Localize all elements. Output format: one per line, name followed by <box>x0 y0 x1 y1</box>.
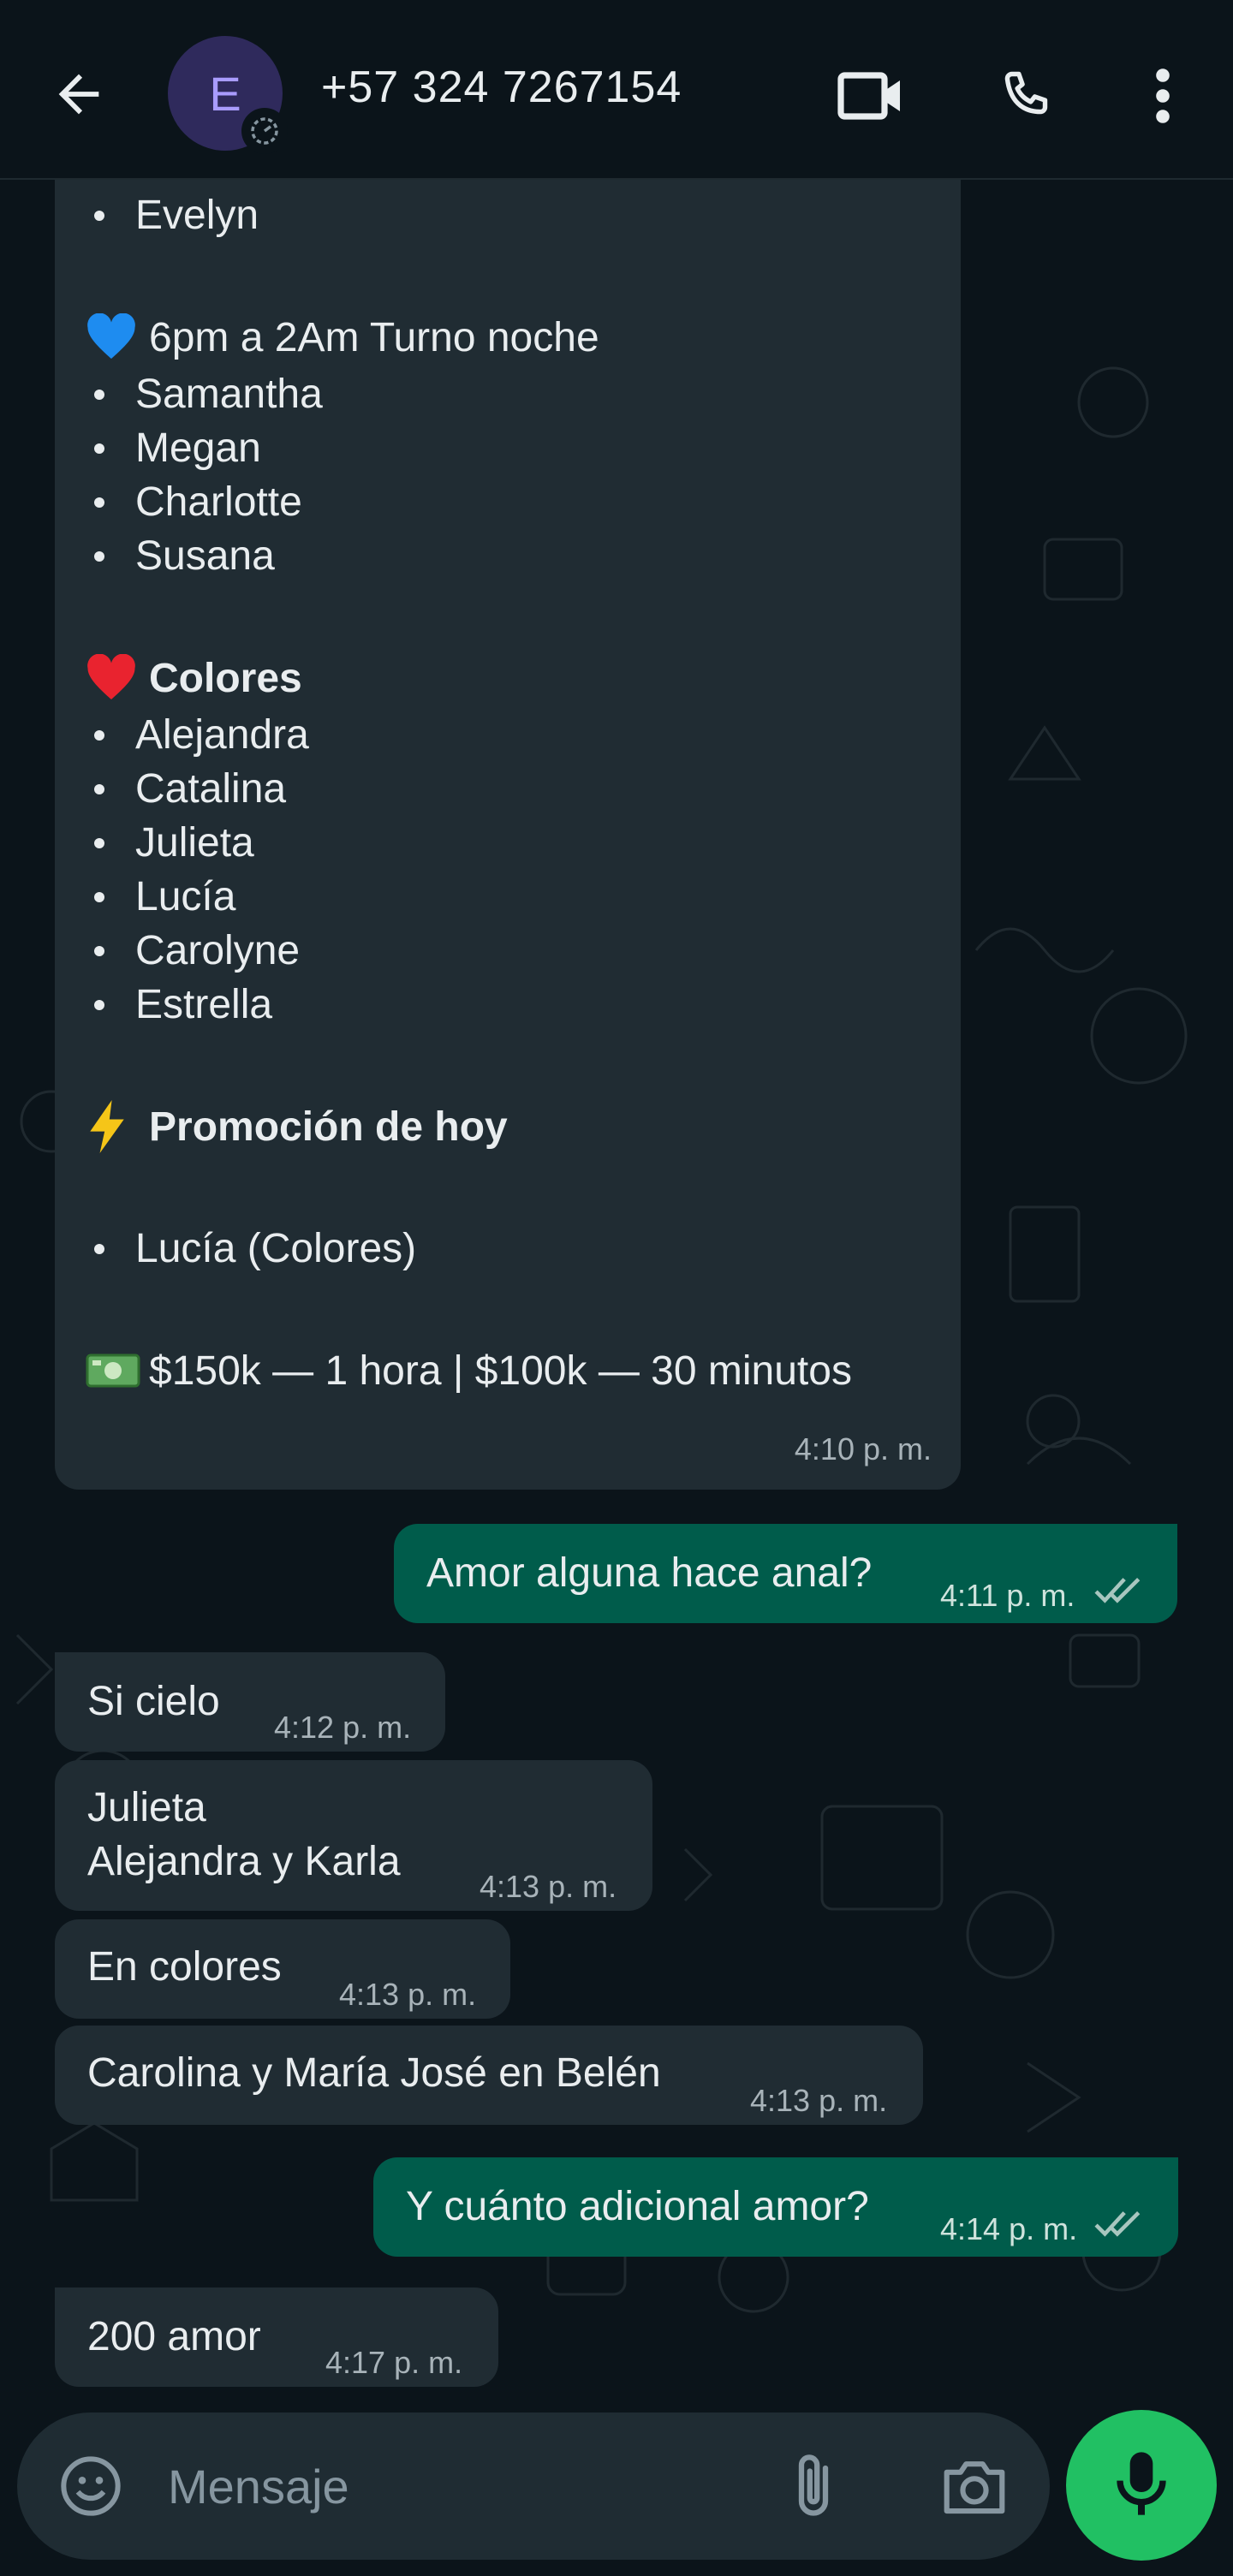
emoji-icon[interactable] <box>57 2452 125 2525</box>
message-text: Julieta <box>87 1785 206 1830</box>
message-text: En colores <box>87 1944 282 1990</box>
incoming-message[interactable]: Si cielo 4:12 p. m. <box>55 1652 445 1752</box>
message-time: 4:12 p. m. <box>274 1710 412 1745</box>
message-time: 4:13 p. m. <box>339 1977 477 2012</box>
promo-heading: Promoción de hoy <box>55 1097 961 1157</box>
phone-icon[interactable] <box>985 55 1067 137</box>
list-item: Estrella <box>55 978 961 1032</box>
list-item: Samantha <box>55 367 961 421</box>
message-time: 4:11 p. m. <box>940 1578 1075 1613</box>
lightning-icon <box>86 1097 149 1157</box>
list-item: Julieta <box>55 816 961 870</box>
message-text: Carolina y María José en Belén <box>87 2050 661 2096</box>
list-item: Carolyne <box>55 924 961 978</box>
chat-area[interactable]: Evelyn 6pm a 2Am Turno noche Samantha Me… <box>0 180 1233 2406</box>
message-text: 200 amor <box>87 2314 261 2359</box>
contact-avatar[interactable]: E <box>168 36 288 154</box>
list-item: Lucía <box>55 870 961 924</box>
outgoing-message[interactable]: Y cuánto adicional amor? 4:14 p. m. <box>373 2157 1178 2257</box>
message-text: Alejandra y Karla <box>87 1839 401 1884</box>
mic-button[interactable] <box>1066 2410 1217 2561</box>
message-text: Y cuánto adicional amor? <box>406 2184 869 2229</box>
list-item: Evelyn <box>55 188 961 242</box>
blue-heart-icon <box>86 307 149 367</box>
avatar-letter: E <box>209 66 241 121</box>
list-item: Alejandra <box>55 708 961 762</box>
incoming-message[interactable]: Carolina y María José en Belén 4:13 p. m… <box>55 2026 923 2125</box>
outgoing-message[interactable]: Amor alguna hace anal? 4:11 p. m. <box>394 1524 1177 1623</box>
message-time: 4:13 p. m. <box>480 1869 617 1904</box>
contact-name[interactable]: +57 324 7267154 <box>321 62 682 113</box>
red-heart-icon <box>86 648 149 708</box>
message-time: 4:17 p. m. <box>325 2345 463 2380</box>
more-vert-icon[interactable] <box>1122 55 1204 137</box>
message-text: Amor alguna hace anal? <box>426 1550 873 1596</box>
list-item: Susana <box>55 529 961 583</box>
camera-icon[interactable] <box>938 2454 1010 2523</box>
read-receipt-icon <box>1094 2200 1147 2254</box>
back-arrow-icon[interactable] <box>45 60 113 128</box>
read-receipt-icon <box>1094 1567 1147 1621</box>
chat-header: E +57 324 7267154 <box>0 0 1233 180</box>
list-message-bubble[interactable]: Evelyn 6pm a 2Am Turno noche Samantha Me… <box>55 180 961 1490</box>
night-shift-heading: 6pm a 2Am Turno noche <box>55 307 961 367</box>
list-item: Megan <box>55 421 961 475</box>
mic-icon <box>1111 2449 1171 2522</box>
video-call-icon[interactable] <box>831 55 913 137</box>
message-time: 4:10 p. m. <box>794 1431 932 1466</box>
price-line: $150k — 1 hora | $100k — 30 minutos <box>55 1341 961 1401</box>
message-input[interactable]: Mensaje <box>168 2459 349 2514</box>
list-item: Lucía (Colores) <box>55 1222 961 1276</box>
message-composer[interactable]: Mensaje <box>17 2412 1050 2560</box>
message-time: 4:13 p. m. <box>750 2083 888 2118</box>
message-text: Si cielo <box>87 1679 220 1724</box>
incoming-message[interactable]: En colores 4:13 p. m. <box>55 1919 510 2019</box>
money-icon <box>86 1341 149 1401</box>
incoming-message[interactable]: 200 amor 4:17 p. m. <box>55 2287 498 2387</box>
incoming-message[interactable]: Julieta Alejandra y Karla 4:13 p. m. <box>55 1760 652 1911</box>
colores-heading: Colores <box>55 648 961 708</box>
list-item: Catalina <box>55 762 961 816</box>
message-time: 4:14 p. m. <box>940 2211 1078 2246</box>
list-item: Charlotte <box>55 475 961 529</box>
disappearing-timer-icon <box>241 108 288 154</box>
attach-icon[interactable] <box>788 2450 839 2526</box>
